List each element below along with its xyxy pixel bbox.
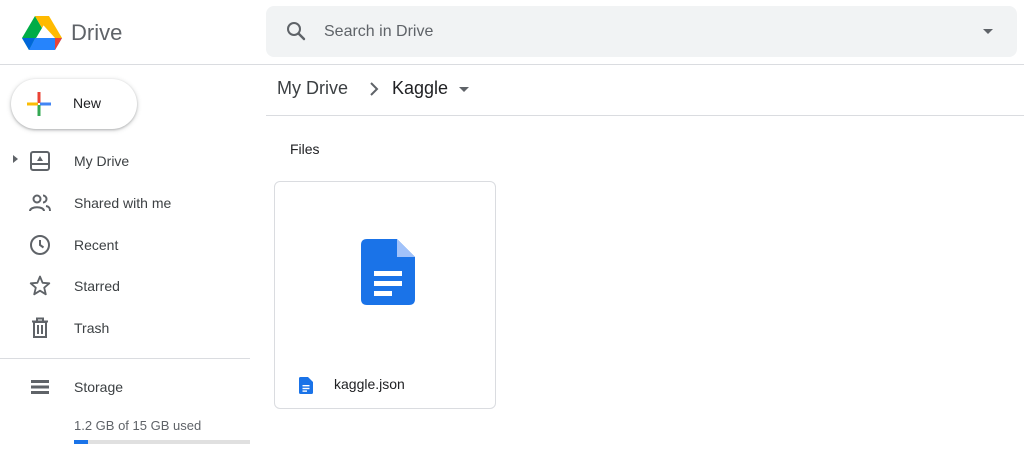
breadcrumb-root[interactable]: My Drive: [277, 78, 348, 99]
storage-progress-fill: [74, 440, 89, 444]
document-icon: [299, 377, 313, 394]
breadcrumb-current-folder[interactable]: Kaggle: [392, 78, 448, 99]
sidebar-item-label: My Drive: [74, 153, 130, 169]
file-name: kaggle.json: [334, 376, 405, 392]
files-section-title: Files: [290, 141, 320, 157]
plus-icon: [27, 92, 51, 116]
drive-logo-icon[interactable]: [22, 14, 62, 50]
sidebar-item-label: Recent: [74, 237, 119, 253]
storage-usage-text: 1.2 GB of 15 GB used: [74, 418, 202, 433]
file-card[interactable]: kaggle.json: [274, 181, 496, 409]
new-button-label: New: [73, 95, 102, 111]
top-bar: Drive: [0, 0, 1024, 65]
sidebar: New My Drive Shared with me Recent Starr…: [0, 66, 256, 451]
search-input[interactable]: [324, 6, 924, 57]
storage-progress-bar: [74, 440, 250, 444]
sidebar-item-storage[interactable]: Storage: [0, 367, 250, 407]
search-icon[interactable]: [284, 19, 308, 43]
clock-icon: [30, 235, 50, 255]
sidebar-item-shared-with-me[interactable]: Shared with me: [0, 183, 250, 223]
document-icon: [361, 239, 415, 305]
chevron-right-icon: [370, 82, 379, 96]
sidebar-item-starred[interactable]: Starred: [0, 266, 250, 306]
new-button[interactable]: New: [11, 79, 137, 129]
app-name[interactable]: Drive: [71, 20, 122, 46]
storage-icon: [31, 380, 49, 394]
sidebar-item-trash[interactable]: Trash: [0, 308, 250, 348]
search-options-icon[interactable]: [983, 29, 993, 34]
sidebar-item-label: Starred: [74, 278, 120, 294]
people-icon: [29, 194, 51, 212]
search-bar[interactable]: [266, 6, 1017, 57]
sidebar-item-my-drive[interactable]: My Drive: [0, 141, 250, 181]
breadcrumb: My Drive Kaggle: [266, 66, 1024, 116]
expand-arrow-icon[interactable]: [13, 155, 18, 163]
sidebar-item-recent[interactable]: Recent: [0, 225, 250, 265]
trash-icon: [32, 317, 48, 338]
sidebar-item-label: Storage: [74, 379, 124, 395]
my-drive-icon: [30, 151, 50, 171]
sidebar-divider: [0, 358, 250, 359]
star-icon: [29, 275, 51, 296]
sidebar-item-label: Trash: [74, 320, 110, 336]
sidebar-item-label: Shared with me: [74, 195, 172, 211]
main-content: My Drive Kaggle Files kaggle.json: [256, 66, 1024, 451]
folder-menu-caret-icon[interactable]: [459, 87, 469, 92]
